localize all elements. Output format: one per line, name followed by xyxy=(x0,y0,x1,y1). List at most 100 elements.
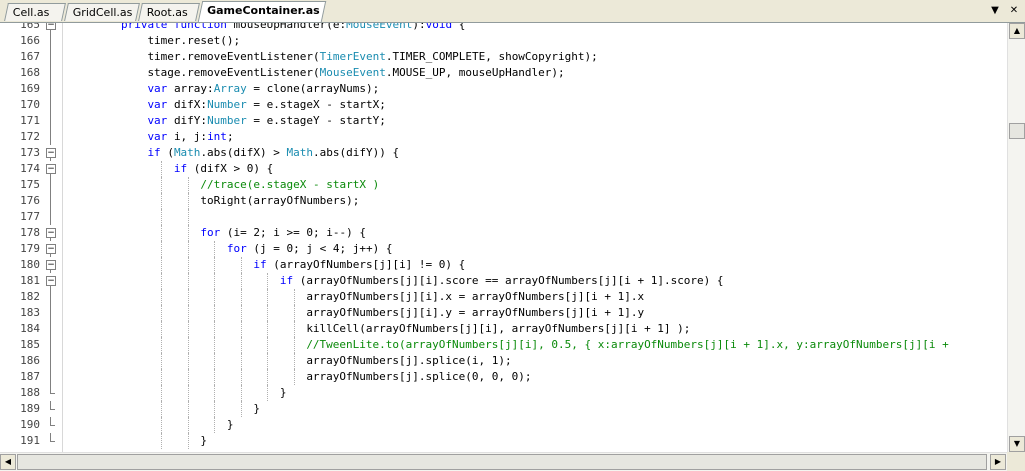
indent-guide xyxy=(267,353,269,369)
code-line[interactable]: 172 var i, j:int; xyxy=(0,129,1007,145)
code-editor[interactable]: 165− private function mouseUpHandler(e:Mo… xyxy=(0,23,1007,452)
code-token: } xyxy=(253,402,260,415)
code-line[interactable]: 188} xyxy=(0,385,1007,401)
code-text: if (arrayOfNumbers[j][i].score == arrayO… xyxy=(280,273,724,289)
code-token: stage.removeEventListener( xyxy=(147,66,320,79)
fold-toggle-icon[interactable]: − xyxy=(46,260,56,270)
code-token: (difX > 0) { xyxy=(193,162,274,175)
code-token: } xyxy=(279,386,287,399)
code-line[interactable]: 171 var difY:Number = e.stageY - startY; xyxy=(0,113,1007,129)
tab-root-as[interactable]: Root.as xyxy=(138,3,200,21)
code-line[interactable]: 170 var difX:Number = e.stageX - startX; xyxy=(0,97,1007,113)
code-token: } xyxy=(200,434,208,447)
code-line[interactable]: 167 timer.removeEventListener(TimerEvent.… xyxy=(0,49,1007,65)
indent-guide xyxy=(214,257,216,273)
indent-guide xyxy=(267,385,269,401)
fold-line xyxy=(50,177,51,193)
code-token: difY: xyxy=(173,114,208,127)
indent-guide xyxy=(187,401,189,417)
fold-end-mark xyxy=(50,441,55,442)
indent-guide xyxy=(161,273,163,289)
fold-toggle-icon[interactable]: − xyxy=(46,23,56,30)
fold-toggle-icon[interactable]: − xyxy=(46,244,56,254)
fold-toggle-icon[interactable]: − xyxy=(46,228,56,238)
fold-line xyxy=(50,305,51,321)
close-tab-icon[interactable]: ✕ xyxy=(1007,4,1021,18)
code-token: toRight(arrayOfNumbers); xyxy=(200,194,360,207)
code-line[interactable]: 190} xyxy=(0,417,1007,433)
tab-label: GridCell.as xyxy=(72,6,133,19)
keyword-token: if xyxy=(173,162,194,175)
vertical-scrollbar[interactable]: ▲ ▼ xyxy=(1007,23,1025,452)
indent-guide xyxy=(293,337,295,353)
code-token: = clone(arrayNums); xyxy=(246,82,380,95)
scroll-down-icon[interactable]: ▼ xyxy=(1009,436,1025,452)
horizontal-scrollbar[interactable]: ◀ ▶ xyxy=(0,452,1007,471)
vertical-scroll-thumb[interactable] xyxy=(1009,123,1025,139)
code-line[interactable]: 187 arrayOfNumbers[j].splice(0, 0, 0); xyxy=(0,369,1007,385)
indent-guide xyxy=(187,193,189,209)
code-line[interactable]: 168 stage.removeEventListener(MouseEvent.… xyxy=(0,65,1007,81)
code-line[interactable]: 173− if (Math.abs(difX) > Math.abs(difY))… xyxy=(0,145,1007,161)
code-line[interactable]: 183 arrayOfNumbers[j][i].y = arrayOfNumbe… xyxy=(0,305,1007,321)
code-line[interactable]: 169 var array:Array = clone(arrayNums); xyxy=(0,81,1007,97)
indent-guide xyxy=(161,337,163,353)
tab-gamecontainer-as[interactable]: GameContainer.as xyxy=(197,1,327,22)
fold-toggle-icon[interactable]: − xyxy=(46,164,56,174)
indent-guide xyxy=(293,369,295,385)
scroll-up-icon[interactable]: ▲ xyxy=(1009,23,1025,39)
fold-line xyxy=(50,353,51,369)
code-line[interactable]: 178− for (i= 2; i >= 0; i--) { xyxy=(0,225,1007,241)
keyword-token: if xyxy=(147,146,168,159)
code-line[interactable]: 179− for (j = 0; j < 4; j++) { xyxy=(0,241,1007,257)
fold-toggle-icon[interactable]: − xyxy=(46,148,56,158)
code-line[interactable]: 191} xyxy=(0,433,1007,449)
code-token: { xyxy=(452,23,466,31)
indent-guide xyxy=(187,353,189,369)
indent-guide xyxy=(161,401,163,417)
code-line[interactable]: 181− if (arrayOfNumbers[j][i].score == ar… xyxy=(0,273,1007,289)
code-text: var i, j:int; xyxy=(147,129,233,145)
code-line[interactable]: 189} xyxy=(0,401,1007,417)
tab-label: Root.as xyxy=(146,6,188,19)
code-line[interactable]: 166 timer.reset(); xyxy=(0,33,1007,49)
code-token: arrayOfNumbers[j][i].y = arrayOfNumbers[… xyxy=(306,306,645,319)
fold-line xyxy=(50,433,51,441)
code-text: } xyxy=(280,385,287,401)
code-line[interactable]: 182 arrayOfNumbers[j][i].x = arrayOfNumbe… xyxy=(0,289,1007,305)
comment-token: //TweenLite.to(arrayOfNumbers[j][i], 0.5… xyxy=(306,338,949,351)
indent-guide xyxy=(240,353,242,369)
code-line[interactable]: 184 killCell(arrayOfNumbers[j][i], arrayO… xyxy=(0,321,1007,337)
scroll-left-icon[interactable]: ◀ xyxy=(0,454,16,470)
code-token: (arrayOfNumbers[j][i].score == arrayOfNu… xyxy=(299,274,724,287)
code-text: toRight(arrayOfNumbers); xyxy=(200,193,359,209)
type-token: Math xyxy=(173,146,201,159)
code-line[interactable]: 185 //TweenLite.to(arrayOfNumbers[j][i], … xyxy=(0,337,1007,353)
indent-guide xyxy=(161,321,163,337)
tab-bar: Cell.as GridCell.as Root.as GameContaine… xyxy=(0,0,1025,23)
code-line[interactable]: 176 toRight(arrayOfNumbers); xyxy=(0,193,1007,209)
tab-cell-as[interactable]: Cell.as xyxy=(4,3,66,21)
code-line[interactable]: 175 //trace(e.stageX - startX ) xyxy=(0,177,1007,193)
code-token: .abs(difY)) { xyxy=(313,146,400,159)
fold-line xyxy=(50,81,51,97)
tab-gridcell-as[interactable]: GridCell.as xyxy=(64,3,140,21)
code-line[interactable]: 180− if (arrayOfNumbers[j][i] != 0) { xyxy=(0,257,1007,273)
code-token: ( xyxy=(167,146,174,159)
code-line[interactable]: 165− private function mouseUpHandler(e:Mo… xyxy=(0,23,1007,33)
fold-end-mark xyxy=(50,409,55,410)
indent-guide xyxy=(214,353,216,369)
code-line[interactable]: 174− if (difX > 0) { xyxy=(0,161,1007,177)
line-number: 188 xyxy=(20,386,40,399)
code-text: } xyxy=(227,417,234,433)
code-line[interactable]: 186 arrayOfNumbers[j].splice(i, 1); xyxy=(0,353,1007,369)
line-number: 166 xyxy=(20,34,40,47)
code-line[interactable]: 177 xyxy=(0,209,1007,225)
fold-end-mark xyxy=(50,425,55,426)
line-number: 182 xyxy=(20,290,40,303)
horizontal-scroll-thumb[interactable] xyxy=(17,454,987,470)
fold-toggle-icon[interactable]: − xyxy=(46,276,56,286)
type-token: MouseEvent xyxy=(346,23,413,31)
tab-list-dropdown-icon[interactable]: ▼ xyxy=(988,4,1002,18)
scroll-right-icon[interactable]: ▶ xyxy=(990,454,1006,470)
